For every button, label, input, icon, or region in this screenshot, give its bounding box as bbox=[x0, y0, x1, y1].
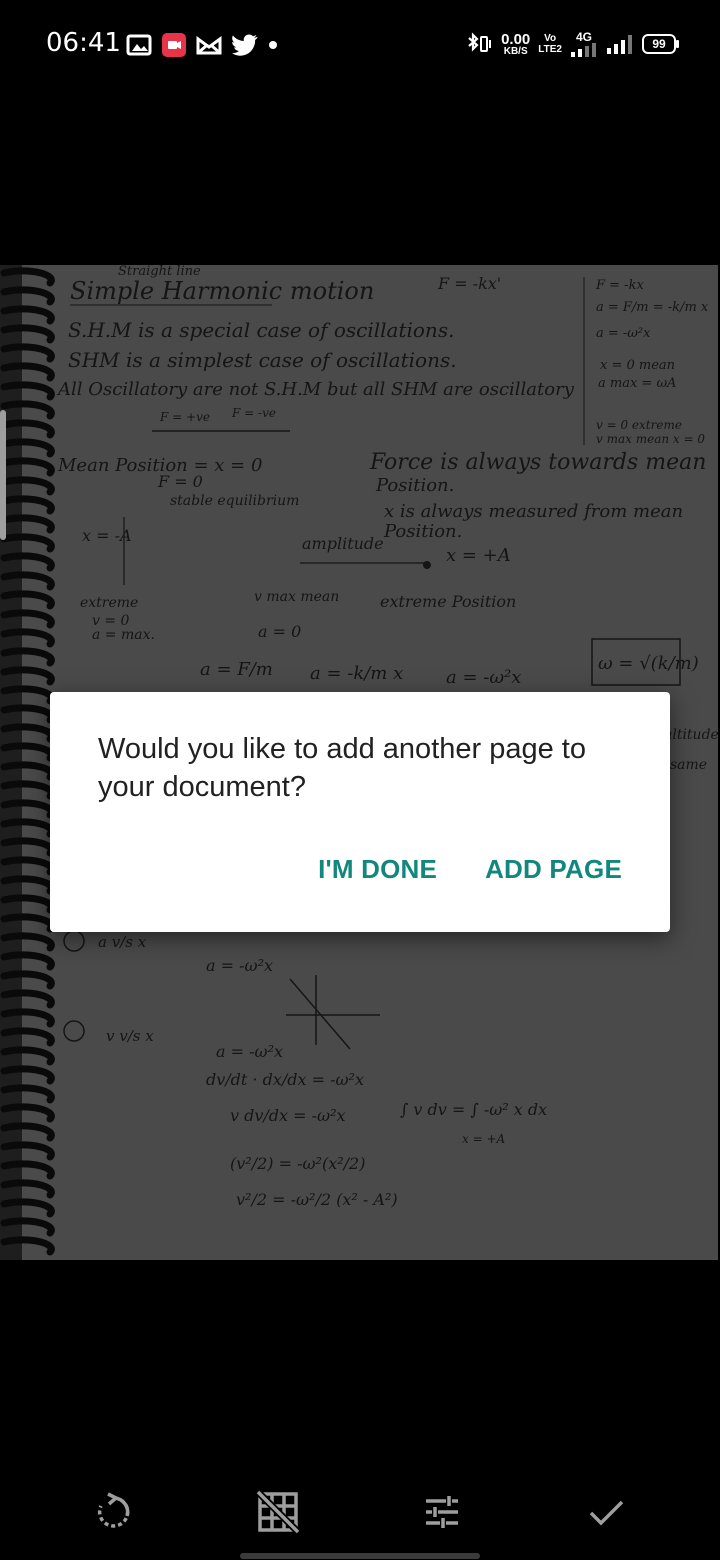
note-side2: a = F/m = -k/m x bbox=[596, 300, 709, 315]
svg-text:F = +ve: F = +ve bbox=[159, 410, 210, 424]
system-icons: 0.00 KB/S Vo LTE2 4G 99 bbox=[465, 30, 679, 58]
note-x-eq-a: x = +A bbox=[462, 1132, 506, 1146]
note-line1: S.H.M is a special case of oscillations. bbox=[68, 318, 454, 342]
note-title: Simple Harmonic motion bbox=[70, 277, 374, 305]
note-x-plus-a: x = +A bbox=[446, 545, 511, 566]
confirm-button[interactable] bbox=[582, 1488, 630, 1536]
screen-record-icon bbox=[162, 33, 186, 57]
note-deriv2: dv/dt · dx/dx = -ω²x bbox=[206, 1070, 364, 1089]
network-type: 4G bbox=[570, 31, 598, 57]
bottom-toolbar bbox=[0, 1470, 720, 1550]
note-line3: All Oscillatory are not S.H.M but all SH… bbox=[56, 379, 575, 400]
add-page-button[interactable]: ADD PAGE bbox=[485, 854, 622, 885]
note-integral: ∫ v dv = ∫ -ω² x dx bbox=[400, 1100, 547, 1119]
note-stable: stable equilibrium bbox=[170, 493, 299, 509]
dialog-message: Would you like to add another page to yo… bbox=[98, 733, 586, 803]
net-speed-value: 0.00 bbox=[501, 30, 531, 48]
rotate-icon bbox=[97, 1492, 130, 1528]
note-altitude: altitude bbox=[664, 727, 718, 743]
adjust-icon bbox=[426, 1496, 458, 1528]
note-item3: v v/s x bbox=[106, 1027, 154, 1045]
dot-icon bbox=[269, 41, 277, 49]
note-position2: Position. bbox=[383, 521, 462, 542]
note-a-eq: a = -ω²x bbox=[206, 956, 273, 975]
check-icon bbox=[589, 1500, 624, 1526]
notification-icons bbox=[126, 32, 278, 58]
note-side1: F = -kx bbox=[595, 278, 644, 293]
grid-toggle-button[interactable] bbox=[254, 1488, 302, 1536]
gallery-icon bbox=[126, 34, 152, 56]
net-speed: 0.00 KB/S bbox=[501, 32, 530, 57]
note-deriv3: v dv/dx = -ω²x bbox=[230, 1106, 346, 1125]
note-side7: v max mean x = 0 bbox=[596, 432, 705, 446]
status-time: 06:41 bbox=[46, 28, 121, 58]
signal-icon bbox=[607, 35, 632, 54]
note-vmax-mean: v max mean bbox=[254, 589, 339, 605]
note-deriv4: (v²/2) = -ω²(x²/2) bbox=[230, 1154, 365, 1173]
add-page-dialog: Would you like to add another page to yo… bbox=[50, 692, 670, 932]
volte-indicator: Vo LTE2 bbox=[538, 33, 562, 55]
note-a-f-m: a = F/m bbox=[200, 659, 273, 680]
im-done-button[interactable]: I'M DONE bbox=[318, 854, 437, 885]
battery-level: 99 bbox=[652, 37, 666, 51]
note-item2: a v/s x bbox=[98, 933, 147, 951]
twitter-icon bbox=[232, 34, 258, 56]
svg-text:F = -ve: F = -ve bbox=[231, 406, 276, 420]
bluetooth-vibrate-icon bbox=[468, 32, 492, 52]
dialog-actions: I'M DONE ADD PAGE bbox=[318, 854, 622, 885]
rotate-button[interactable] bbox=[90, 1488, 138, 1536]
note-amplitude: amplitude bbox=[302, 534, 384, 553]
note-omega: ω = √(k/m) bbox=[598, 653, 699, 674]
grid-off-icon bbox=[255, 1489, 301, 1535]
note-side5: a max = ωA bbox=[598, 376, 676, 391]
note-line2: SHM is a simplest case of oscillations. bbox=[68, 348, 457, 372]
network-type-label: 4G bbox=[575, 30, 592, 44]
note-a-w2x: a = -ω²x bbox=[446, 667, 521, 688]
scroll-edge-indicator bbox=[0, 410, 6, 540]
note-a-kx-m: a = -k/m x bbox=[310, 663, 403, 684]
note-same: same bbox=[670, 757, 707, 773]
volte-bottom: LTE2 bbox=[538, 44, 562, 55]
adjust-button[interactable] bbox=[418, 1488, 466, 1536]
note-amax: a = max. bbox=[92, 627, 155, 643]
net-speed-unit: KB/S bbox=[503, 45, 528, 57]
note-deriv1: a = -ω²x bbox=[216, 1042, 283, 1061]
home-indicator[interactable] bbox=[240, 1553, 480, 1559]
note-force: Force is always towards mean bbox=[369, 450, 706, 475]
note-f0: F = 0 bbox=[157, 472, 203, 491]
note-a0: a = 0 bbox=[258, 622, 301, 641]
note-side4: x = 0 mean bbox=[600, 358, 675, 373]
battery-indicator: 99 bbox=[642, 34, 679, 54]
signal-icon bbox=[571, 43, 596, 57]
note-deriv5: v²/2 = -ω²/2 (x² - A²) bbox=[236, 1190, 398, 1209]
note-extreme-position: extreme Position bbox=[380, 592, 516, 611]
mail-icon bbox=[196, 36, 222, 55]
volte-top: Vo bbox=[544, 33, 557, 44]
note-extreme-left: extreme bbox=[80, 595, 138, 611]
note-position: Position. bbox=[375, 475, 454, 496]
status-bar: 06:41 0.00 KB/S Vo LTE2 4G 99 bbox=[0, 0, 720, 90]
note-measured: x is always measured from mean bbox=[384, 501, 683, 522]
note-side6: v = 0 extreme bbox=[596, 418, 682, 432]
note-side3: a = -ω²x bbox=[596, 326, 651, 341]
note-formula-top: F = -kx' bbox=[437, 274, 501, 293]
